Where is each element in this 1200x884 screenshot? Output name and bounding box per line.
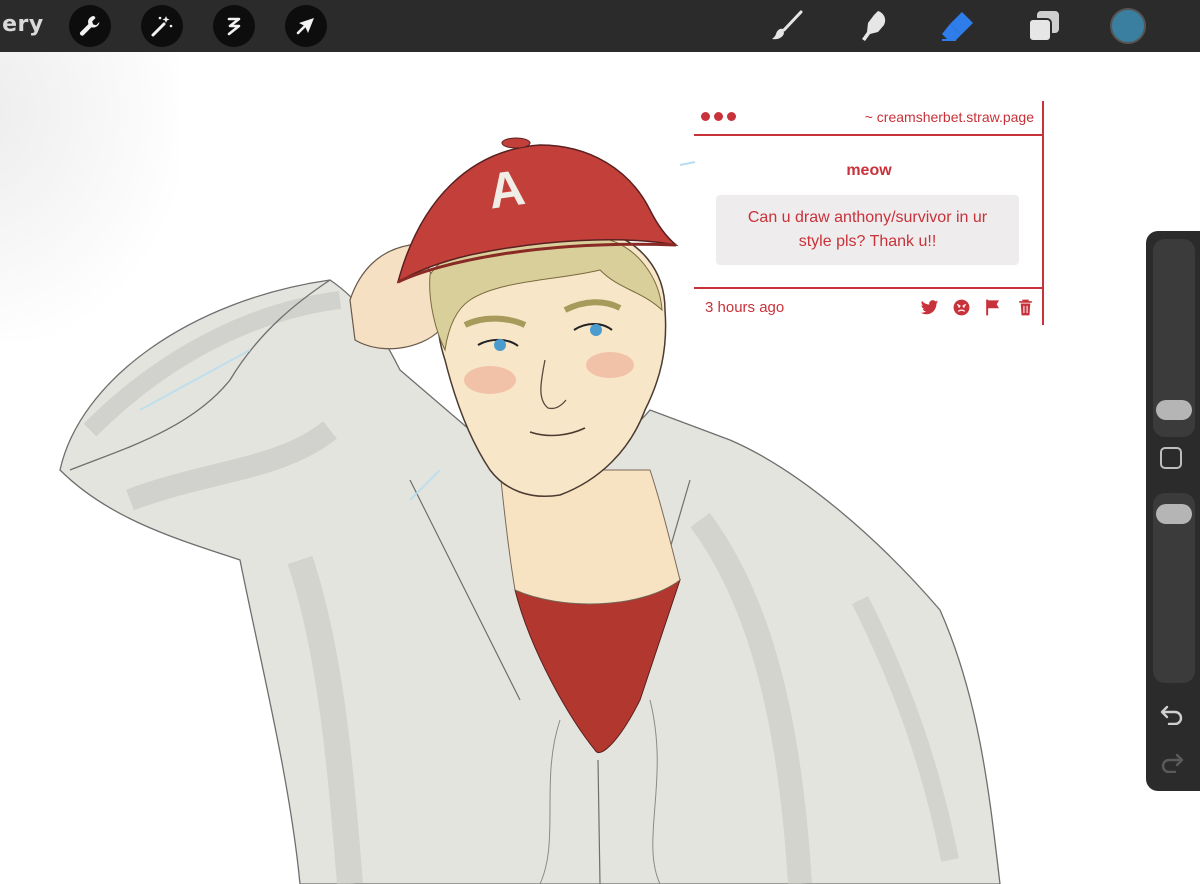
selection-icon — [227, 17, 241, 36]
smudge-button[interactable] — [856, 8, 892, 44]
ask-card: ~ creamsherbet.straw.page meow Can u dra… — [694, 101, 1044, 325]
message-text: Can u draw anthony/survivor in ur style … — [747, 209, 988, 250]
adjustments-button[interactable] — [141, 5, 183, 47]
timestamp: 3 hours ago — [705, 299, 785, 316]
brush-size-slider[interactable] — [1153, 239, 1195, 437]
site-link[interactable]: ~ creamsherbet.straw.page — [865, 109, 1034, 125]
asker-name: meow — [846, 162, 892, 179]
brush-icon — [772, 10, 803, 40]
more-options-icon[interactable] — [701, 112, 736, 121]
transform-button[interactable] — [285, 5, 327, 47]
card-actions — [920, 298, 1035, 317]
actions-button[interactable] — [69, 5, 111, 47]
layers-button[interactable] — [1026, 8, 1062, 44]
trash-icon[interactable] — [1016, 298, 1035, 317]
gallery-button[interactable]: llery — [0, 12, 44, 37]
card-divider-top — [694, 134, 1044, 136]
side-panel — [1146, 231, 1200, 791]
selection-button[interactable] — [213, 5, 255, 47]
wrench-icon — [79, 16, 100, 36]
top-toolbar: llery — [0, 0, 1200, 52]
angry-face-icon[interactable] — [952, 298, 971, 317]
cap-letter: A — [485, 159, 529, 219]
twitter-icon[interactable] — [920, 298, 939, 317]
flag-icon[interactable] — [984, 298, 1003, 317]
opacity-thumb[interactable] — [1156, 504, 1192, 525]
modify-button[interactable] — [1160, 447, 1182, 469]
layers-icon — [1028, 11, 1059, 42]
card-divider-bottom — [694, 287, 1044, 289]
message-bubble: Can u draw anthony/survivor in ur style … — [716, 195, 1019, 265]
undo-icon[interactable] — [1159, 703, 1185, 725]
brush-size-thumb[interactable] — [1156, 400, 1192, 421]
color-picker-button[interactable] — [1110, 8, 1146, 44]
erase-button[interactable] — [940, 8, 976, 44]
paint-button[interactable] — [770, 8, 806, 44]
redo-icon[interactable] — [1159, 751, 1185, 773]
eraser-icon — [942, 12, 973, 41]
smudge-icon — [862, 11, 886, 41]
transform-arrow-icon — [296, 18, 314, 35]
magic-wand-icon — [151, 16, 173, 37]
opacity-slider[interactable] — [1153, 493, 1195, 683]
